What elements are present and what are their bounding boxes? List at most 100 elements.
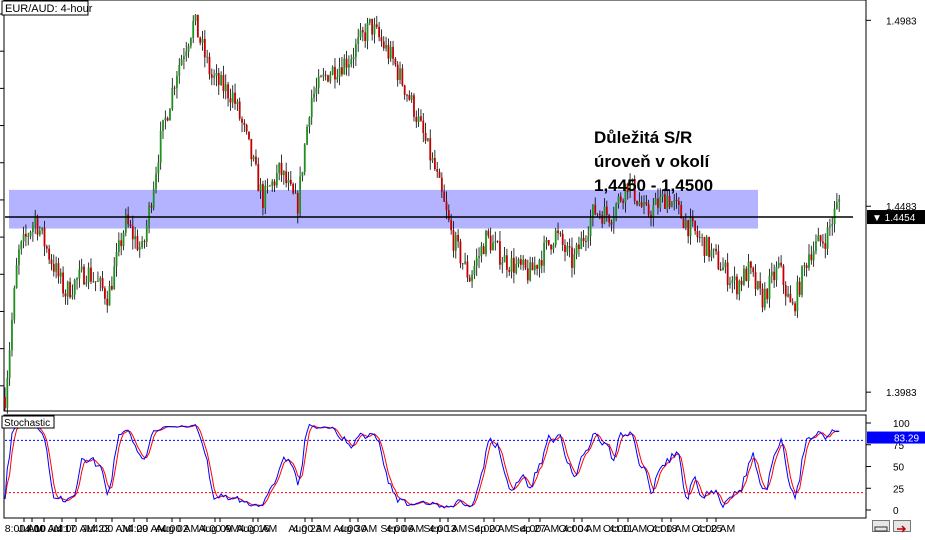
- candle-body: [738, 280, 741, 295]
- candle-body: [185, 51, 188, 57]
- candle-body: [104, 288, 106, 299]
- candle-body: [359, 30, 362, 38]
- candle-body: [492, 242, 494, 251]
- candle-body: [724, 262, 727, 268]
- candle-body: [571, 247, 573, 268]
- candle-body: [145, 225, 148, 242]
- candle-body: [445, 201, 448, 211]
- candle-body: [529, 262, 532, 281]
- candle-body: [352, 57, 355, 60]
- candle-body: [69, 281, 71, 298]
- candle-body: [473, 266, 476, 275]
- candle-body: [48, 248, 51, 260]
- candle-body: [406, 94, 408, 96]
- candle-body: [97, 281, 99, 282]
- candle-body: [673, 199, 676, 203]
- candle-body: [510, 257, 513, 272]
- candle-body: [715, 248, 717, 252]
- candle-body: [389, 46, 392, 59]
- candle-body: [429, 138, 432, 161]
- candle-body: [489, 235, 492, 251]
- candle-body: [480, 246, 483, 256]
- candle-body: [564, 244, 566, 253]
- candle-body: [536, 265, 539, 269]
- candle-body: [57, 263, 60, 277]
- candle-body: [603, 206, 606, 224]
- candle-body: [794, 303, 796, 312]
- candle-body: [740, 280, 743, 285]
- candle-body: [615, 204, 618, 217]
- candle-body: [817, 235, 820, 242]
- candle-body: [162, 120, 164, 132]
- candle-body: [234, 92, 236, 104]
- candle-body: [115, 252, 118, 267]
- candle-body: [222, 75, 225, 92]
- candle-body: [754, 272, 757, 289]
- candle-body: [285, 171, 288, 184]
- scroll-button[interactable]: [872, 520, 890, 532]
- candle-body: [826, 227, 829, 249]
- time-axis-label: 4:00 AM: [239, 523, 278, 535]
- annotation-line-2: úroveň v okolí: [594, 152, 710, 171]
- candle-body: [41, 227, 44, 231]
- candle-body: [262, 184, 264, 208]
- candle-body: [552, 245, 555, 250]
- candle-body: [129, 224, 132, 226]
- candle-body: [777, 262, 780, 267]
- candle-body: [36, 217, 39, 235]
- candle-body: [345, 58, 348, 68]
- candle-body: [422, 120, 425, 133]
- stochastic-axis-label: 100: [893, 419, 910, 430]
- candle-body: [350, 59, 353, 65]
- candle-body: [336, 76, 339, 80]
- candle-body: [324, 74, 327, 76]
- time-axis-label: 4:00 AM: [161, 523, 200, 535]
- candle-body: [522, 259, 525, 265]
- candle-body: [677, 201, 680, 205]
- eur-aud-chart[interactable]: ▼ 1.4454 1.4983 1.4483 1.3983 100 75 50 25 0 83.2…: [0, 0, 925, 535]
- candle-body: [457, 235, 460, 242]
- candle-body: [459, 241, 462, 264]
- candle-body: [64, 293, 67, 297]
- candle-body: [55, 263, 58, 272]
- candle-body: [408, 95, 411, 100]
- time-axis-label: 4:00 AM: [521, 523, 560, 535]
- candle-body: [812, 250, 815, 261]
- candle-body: [768, 275, 771, 300]
- candle-body: [334, 66, 336, 80]
- candle-body: [780, 262, 783, 266]
- candle-body: [566, 246, 569, 253]
- candle-body: [296, 193, 299, 214]
- candle-body: [13, 288, 16, 320]
- candle-body: [589, 218, 592, 237]
- candle-body: [547, 240, 550, 245]
- candle-body: [331, 66, 334, 75]
- candle-body: [38, 230, 41, 235]
- candle-body: [540, 260, 543, 266]
- candle-body: [252, 156, 255, 160]
- candle-body: [410, 95, 413, 100]
- stochastic-axis-label: 25: [893, 484, 905, 495]
- candle-body: [526, 268, 529, 281]
- candle-body: [217, 73, 220, 85]
- close-indicator-button[interactable]: [893, 520, 911, 533]
- time-axis-label: 4:00 AM: [475, 523, 514, 535]
- candle-body: [213, 75, 216, 78]
- stochastic-title: Stochastic: [4, 418, 50, 429]
- candle-body: [610, 222, 613, 225]
- candle-body: [736, 276, 738, 295]
- candle-body: [189, 38, 192, 46]
- candle-body: [134, 236, 137, 240]
- candle-body: [108, 285, 111, 306]
- time-axis-label: 4:00 AM: [609, 523, 648, 535]
- candle-body: [110, 285, 113, 290]
- candle-body: [52, 263, 55, 272]
- price-axis-label: 1.4983: [886, 16, 917, 27]
- candle-body: [761, 288, 764, 308]
- candle-body: [194, 14, 197, 21]
- candle-body: [392, 46, 394, 59]
- price-axis-label: 1.3983: [886, 388, 917, 399]
- candle-body: [150, 205, 153, 208]
- candle-body: [568, 246, 571, 248]
- stochastic-axis-label: 50: [893, 463, 905, 474]
